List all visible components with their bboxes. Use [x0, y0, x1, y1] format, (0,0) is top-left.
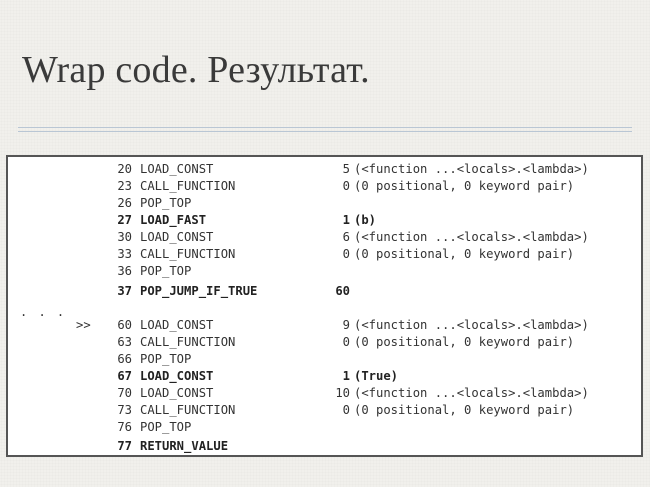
opcode-name: CALL_FUNCTION: [140, 403, 236, 417]
opcode-name: LOAD_CONST: [140, 318, 214, 332]
jump-target-marker: >>: [76, 318, 91, 332]
opcode-name: POP_TOP: [140, 196, 192, 210]
instruction-offset: 70: [117, 386, 132, 400]
title-divider-top: [18, 127, 632, 128]
argument-repr: (<function ...<locals>.<lambda>): [354, 318, 589, 332]
opcode-name: LOAD_CONST: [140, 162, 214, 176]
skipped-lines-ellipsis: . . .: [20, 305, 67, 319]
instruction-offset: 36: [117, 264, 132, 278]
instruction-offset: 76: [117, 420, 132, 434]
instruction-offset: 33: [117, 247, 132, 261]
instruction-offset: 63: [117, 335, 132, 349]
instruction-offset: 20: [117, 162, 132, 176]
argument-repr: (0 positional, 0 keyword pair): [354, 403, 575, 417]
argument-repr: (0 positional, 0 keyword pair): [354, 179, 575, 193]
instruction-offset: 37: [117, 284, 132, 298]
bytecode-listing: . . . 20 LOAD_CONST 5 (<function ...<locals…: [8, 157, 641, 455]
argument-repr: (True): [354, 369, 399, 383]
opcode-name: POP_TOP: [140, 420, 192, 434]
opcode-name: CALL_FUNCTION: [140, 247, 236, 261]
opcode-argument: 0: [342, 179, 350, 193]
opcode-name: CALL_FUNCTION: [140, 335, 236, 349]
opcode-name: POP_JUMP_IF_TRUE: [140, 284, 258, 298]
bytecode-panel: . . . 20 LOAD_CONST 5 (<function ...<locals…: [6, 155, 643, 457]
opcode-argument: 6: [342, 230, 350, 244]
opcode-argument: 0: [342, 247, 350, 261]
argument-repr: (<function ...<locals>.<lambda>): [354, 162, 589, 176]
opcode-name: LOAD_CONST: [140, 230, 214, 244]
instruction-offset: 23: [117, 179, 132, 193]
instruction-offset: 73: [117, 403, 132, 417]
opcode-argument: 0: [342, 335, 350, 349]
argument-repr: (<function ...<locals>.<lambda>): [354, 386, 589, 400]
opcode-name: RETURN_VALUE: [140, 439, 229, 453]
opcode-name: LOAD_CONST: [140, 386, 214, 400]
instruction-offset: 27: [117, 213, 132, 227]
instruction-offset: 66: [117, 352, 132, 366]
opcode-argument: 10: [335, 386, 350, 400]
instruction-offset: 67: [117, 369, 132, 383]
instruction-offset: 30: [117, 230, 132, 244]
instruction-offset: 60: [117, 318, 132, 332]
instruction-offset: 26: [117, 196, 132, 210]
opcode-argument: 5: [342, 162, 350, 176]
argument-repr: (<function ...<locals>.<lambda>): [354, 230, 589, 244]
opcode-argument: 1: [342, 213, 350, 227]
opcode-name: LOAD_CONST: [140, 369, 214, 383]
opcode-argument: 1: [342, 369, 350, 383]
opcode-name: CALL_FUNCTION: [140, 179, 236, 193]
opcode-name: POP_TOP: [140, 264, 192, 278]
opcode-argument: 9: [342, 318, 350, 332]
slide-title: Wrap code. Результат.: [22, 49, 370, 91]
title-divider-bottom: [18, 131, 632, 132]
instruction-offset: 77: [117, 439, 132, 453]
opcode-argument: 0: [342, 403, 350, 417]
argument-repr: (0 positional, 0 keyword pair): [354, 247, 575, 261]
argument-repr: (b): [354, 213, 377, 227]
argument-repr: (0 positional, 0 keyword pair): [354, 335, 575, 349]
opcode-argument: 60: [335, 284, 350, 298]
opcode-name: LOAD_FAST: [140, 213, 207, 227]
opcode-name: POP_TOP: [140, 352, 192, 366]
